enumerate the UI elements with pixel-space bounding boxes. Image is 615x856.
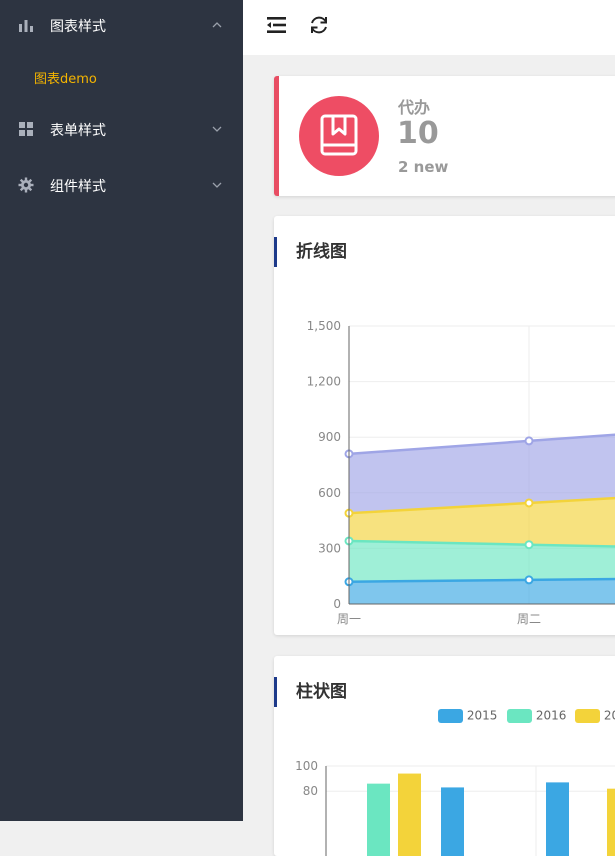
todo-stat-card[interactable]: 代办 10 2 new: [274, 76, 615, 196]
bar: [607, 788, 615, 856]
bar-chart-icon: [19, 20, 33, 32]
bar-chart-card: 柱状图 2015 2016 20 80100: [274, 656, 615, 856]
area-chart: 0 300 600 900 1,200 1,500 周一 周二: [307, 319, 615, 626]
sidebar-item-label: 组件样式: [50, 179, 106, 195]
stat-icon-circle: [299, 96, 379, 176]
y-tick-label: 600: [318, 486, 341, 500]
area-band: [349, 540, 615, 582]
refresh-icon[interactable]: [307, 13, 331, 37]
sidebar-item-label: 图表样式: [50, 19, 106, 35]
chevron-down-icon: [212, 182, 222, 188]
submenu-item-chart-demo[interactable]: 图表demo: [34, 68, 97, 87]
book-icon: [320, 114, 358, 156]
chevron-down-icon: [212, 126, 222, 132]
y-tick-label: 1,200: [307, 375, 341, 389]
stat-subtext: 2 new: [398, 158, 449, 176]
data-point: [524, 436, 534, 446]
sidebar-item-components[interactable]: 组件样式: [0, 160, 243, 212]
gear-icon: [18, 177, 34, 193]
x-tick-label: 周一: [337, 612, 361, 626]
topbar: [243, 0, 615, 55]
sidebar-item-charts[interactable]: 图表样式: [0, 0, 243, 52]
sidebar-item-label: 表单样式: [50, 123, 106, 139]
y-tick-label: 300: [318, 541, 341, 555]
y-tick-label: 100: [295, 759, 318, 773]
y-tick-label: 80: [303, 784, 318, 798]
sidebar: 图表样式 图表demo 表单样式 组件样式: [0, 0, 243, 821]
sidebar-item-forms[interactable]: 表单样式: [0, 104, 243, 156]
data-point: [524, 498, 534, 508]
bar-chart: 80 100: [295, 759, 615, 856]
y-tick-label: 900: [318, 430, 341, 444]
bar: [398, 773, 421, 856]
stat-title: 代办: [398, 98, 431, 117]
bar: [367, 783, 390, 856]
submenu-item-label: 图表demo: [34, 72, 97, 87]
chevron-up-icon: [212, 22, 222, 28]
menu-fold-icon[interactable]: [265, 13, 289, 37]
x-tick-label: 周二: [517, 612, 541, 626]
grid-icon: [19, 122, 33, 136]
bar: [546, 782, 569, 856]
y-tick-label: 0: [333, 597, 341, 611]
data-point: [524, 575, 534, 585]
bar: [441, 787, 464, 856]
stat-value: 10: [397, 116, 439, 151]
line-chart-card: 折线图 0 300 600 900 1,200 1,500 周一 周二: [274, 216, 615, 635]
data-point: [524, 540, 534, 550]
y-tick-label: 1,500: [307, 319, 341, 333]
